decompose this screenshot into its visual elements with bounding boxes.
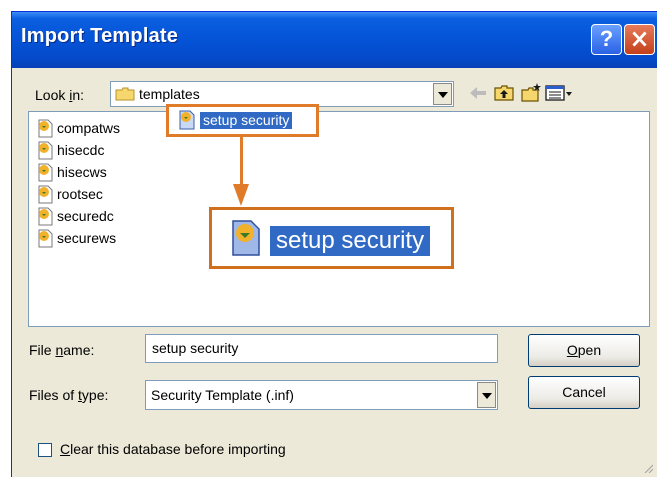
template-file-icon (38, 119, 53, 138)
views-menu-icon[interactable] (544, 82, 574, 104)
new-folder-icon[interactable] (520, 82, 542, 104)
import-template-dialog: Import Template ? Look in: templates com… (11, 11, 657, 477)
look-in-label: Look in: (35, 87, 85, 103)
template-file-icon (38, 163, 53, 182)
template-file-icon (232, 220, 260, 256)
chevron-down-icon (482, 393, 492, 399)
look-in-value: templates (139, 86, 200, 102)
file-type-label: Files of type: (29, 387, 109, 403)
clear-database-checkbox[interactable] (38, 443, 52, 457)
close-button[interactable] (624, 24, 655, 55)
template-file-icon (38, 141, 53, 160)
open-button[interactable]: Open (528, 334, 640, 367)
callout-arrow-line (240, 137, 243, 186)
file-name-label: File name: (29, 342, 95, 358)
folder-icon (115, 87, 135, 101)
up-folder-icon[interactable] (493, 82, 515, 104)
resize-grip-icon[interactable] (643, 463, 653, 473)
file-type-value: Security Template (.inf) (151, 387, 294, 403)
back-arrow-icon[interactable] (467, 82, 489, 104)
template-file-icon (38, 185, 53, 204)
file-name-input[interactable]: setup security (145, 334, 498, 363)
zoom-callout-text: setup security (270, 226, 431, 256)
chevron-down-icon (438, 92, 448, 98)
file-type-select[interactable]: Security Template (.inf) (145, 380, 498, 410)
callout-arrow-icon (233, 184, 249, 206)
zoom-callout: setup security (209, 207, 454, 269)
list-item-selected[interactable]: setup security (166, 104, 319, 137)
template-file-icon (38, 207, 53, 226)
cancel-button[interactable]: Cancel (528, 376, 640, 409)
template-file-icon (38, 229, 53, 248)
clear-database-label[interactable]: Clear this database before importing (60, 441, 286, 457)
close-icon (632, 31, 647, 47)
help-button[interactable]: ? (591, 24, 622, 55)
template-file-icon (179, 110, 195, 130)
title-bar[interactable]: Import Template ? (12, 12, 657, 68)
look-in-dropdown-button[interactable] (433, 83, 452, 105)
window-title: Import Template (21, 25, 179, 47)
file-type-dropdown-button[interactable] (477, 382, 496, 408)
help-icon: ? (599, 26, 614, 51)
